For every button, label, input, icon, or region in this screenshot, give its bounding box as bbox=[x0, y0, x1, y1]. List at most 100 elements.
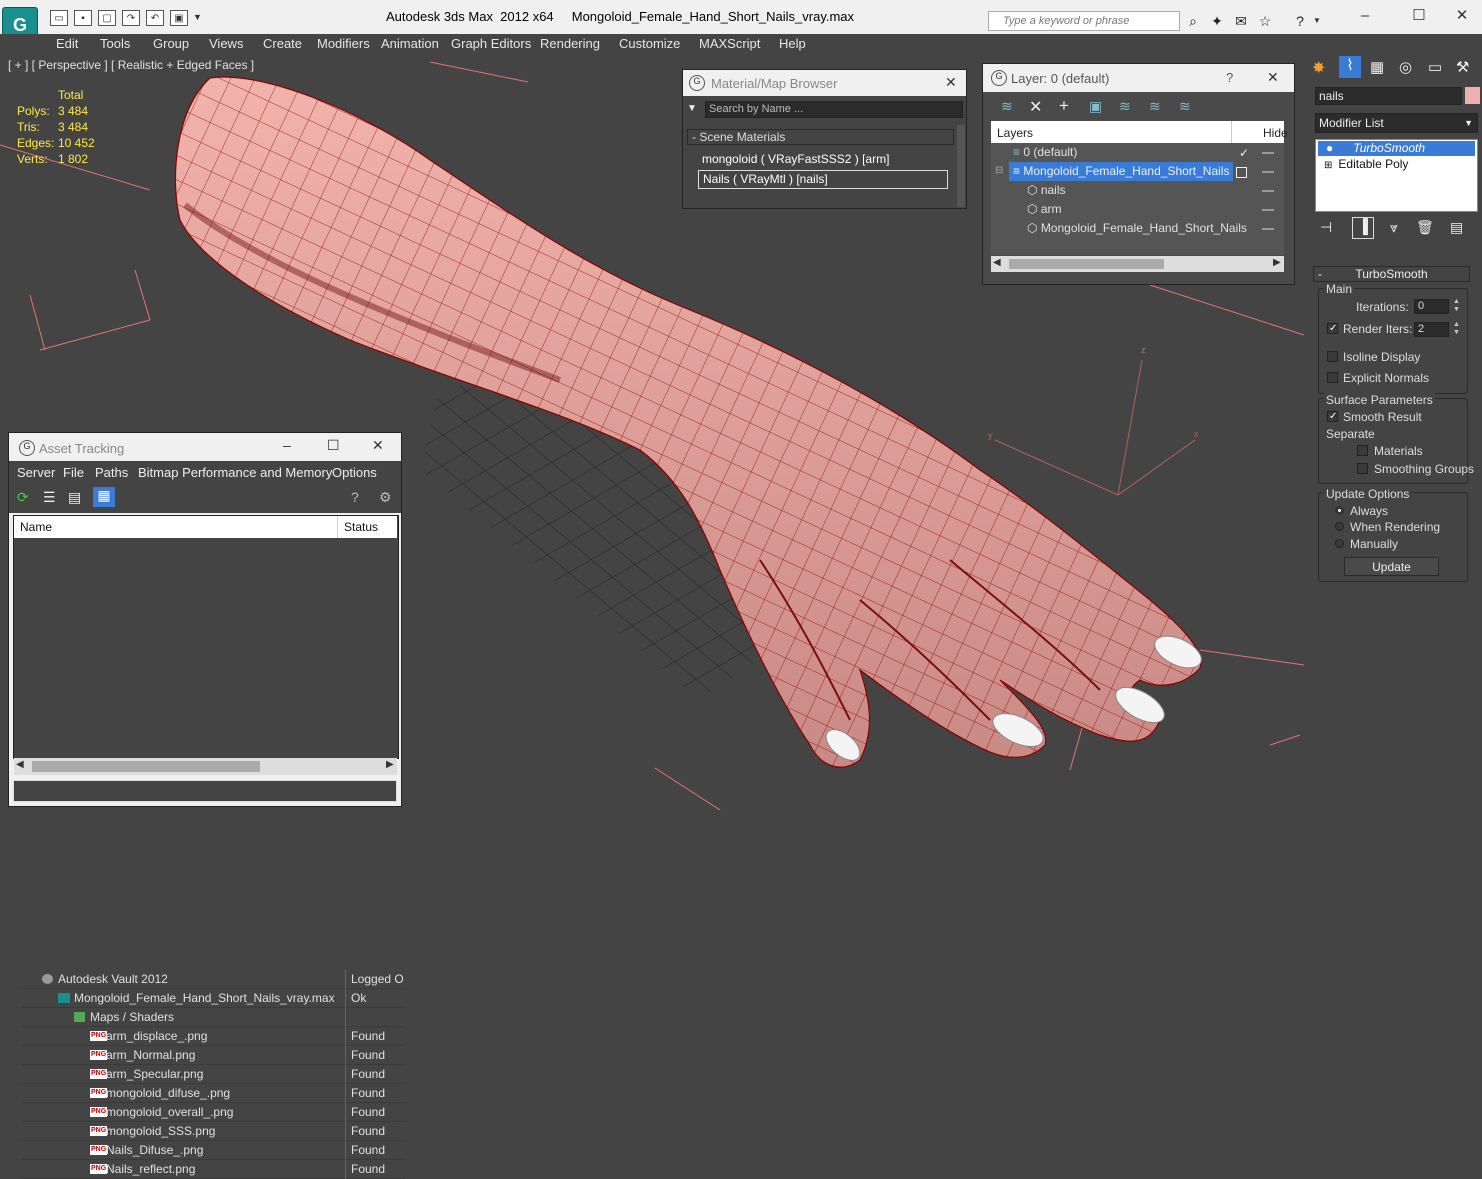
menu-help[interactable]: Help bbox=[779, 36, 806, 51]
material-item-mongoloid[interactable]: mongoloid ( VRayFastSSS2 ) [arm] bbox=[698, 150, 948, 168]
separate-materials-checkbox[interactable] bbox=[1357, 445, 1368, 456]
material-item-nails[interactable]: Nails ( VRayMtl ) [nails] bbox=[698, 170, 948, 189]
explicit-normals-checkbox[interactable] bbox=[1327, 372, 1338, 383]
modifier-list-dropdown[interactable]: Modifier List ▼ bbox=[1315, 113, 1478, 133]
asset-path-field[interactable] bbox=[13, 780, 397, 802]
show-end-result-icon[interactable]: ▐ bbox=[1352, 217, 1374, 239]
project-folder-icon[interactable]: ▣ bbox=[170, 10, 188, 26]
layer-row-hand[interactable]: ≡ Mongoloid_Female_Hand_Short_Nails bbox=[1009, 162, 1233, 181]
render-iters-spinner[interactable]: 2 bbox=[1414, 322, 1449, 337]
layer-object-nails[interactable]: ⬡ nails bbox=[1027, 181, 1227, 200]
configure-sets-icon[interactable]: ▤ bbox=[1450, 219, 1463, 236]
help-icon[interactable]: ? bbox=[1290, 11, 1310, 31]
new-file-icon[interactable]: ▢ bbox=[98, 10, 116, 26]
make-unique-icon[interactable]: ⩔ bbox=[1390, 219, 1398, 236]
table-row[interactable]: Autodesk Vault 2012 Logged O bbox=[22, 970, 405, 989]
update-always-radio[interactable] bbox=[1335, 506, 1344, 515]
save-icon[interactable]: ▪ bbox=[74, 10, 92, 26]
layer-dialog-close-icon[interactable]: ✕ bbox=[1267, 69, 1279, 86]
search-input[interactable]: Type a keyword or phrase bbox=[988, 11, 1180, 31]
smooth-result-checkbox[interactable] bbox=[1327, 411, 1338, 422]
material-browser-scrollbar[interactable] bbox=[957, 125, 965, 207]
menu-views[interactable]: Views bbox=[209, 36, 243, 51]
browser-options-arrow-icon[interactable]: ▼ bbox=[687, 103, 697, 114]
asset-minimize-icon[interactable]: – bbox=[283, 437, 291, 453]
scroll-right-icon[interactable]: ▶ bbox=[386, 759, 394, 770]
material-search-input[interactable]: Search by Name ... bbox=[705, 101, 963, 118]
redo-icon[interactable]: ↷ bbox=[122, 10, 140, 26]
menu-tools[interactable]: Tools bbox=[100, 36, 130, 51]
scroll-thumb[interactable] bbox=[32, 761, 260, 772]
table-row[interactable]: PNG mongoloid_difuse_.png Found bbox=[22, 1084, 405, 1103]
select-layer-objects-icon[interactable]: ▣ bbox=[1089, 98, 1102, 115]
table-row[interactable]: PNG Nails_Difuse_.png Found bbox=[22, 1141, 405, 1160]
menu-animation[interactable]: Animation bbox=[381, 36, 439, 51]
asset-maximize-icon[interactable]: ☐ bbox=[327, 437, 340, 454]
open-file-icon[interactable]: ▭ bbox=[50, 10, 68, 26]
table-row[interactable]: PNG Nails_reflect.png Found bbox=[22, 1160, 405, 1179]
asset-tracking-titlebar[interactable]: G Asset Tracking – ☐ ✕ bbox=[9, 433, 401, 461]
table-row[interactable]: Mongoloid_Female_Hand_Short_Nails_vray.m… bbox=[22, 989, 405, 1008]
table-row[interactable]: PNG arm_Normal.png Found bbox=[22, 1046, 405, 1065]
asset-close-icon[interactable]: ✕ bbox=[372, 437, 384, 454]
menu-customize[interactable]: Customize bbox=[619, 36, 680, 51]
scroll-right-icon[interactable]: ▶ bbox=[1273, 257, 1281, 268]
table-row[interactable]: PNG mongoloid_overall_.png Found bbox=[22, 1103, 405, 1122]
material-browser-close-icon[interactable]: ✕ bbox=[945, 74, 957, 91]
modify-tab-icon[interactable]: ⌇ bbox=[1339, 56, 1361, 78]
layer-horizontal-scrollbar[interactable]: ◀ ▶ bbox=[991, 256, 1284, 272]
refresh-icon[interactable]: ⟳ bbox=[17, 489, 29, 506]
isoline-display-checkbox[interactable] bbox=[1327, 351, 1338, 362]
motion-tab-icon[interactable]: ◎ bbox=[1399, 58, 1412, 76]
iterations-spinner[interactable]: 0 bbox=[1414, 299, 1449, 314]
asset-menu-bitmap[interactable]: Bitmap Performance and Memory bbox=[138, 465, 332, 480]
asset-menu-options[interactable]: Options bbox=[332, 465, 377, 480]
table-row[interactable]: PNG arm_displace_.png Found bbox=[22, 1027, 405, 1046]
minimize-button[interactable]: – bbox=[1351, 6, 1379, 26]
asset-status-column-header[interactable]: Status bbox=[344, 520, 378, 534]
close-button[interactable]: ✕ bbox=[1448, 6, 1476, 26]
separate-smoothing-groups-checkbox[interactable] bbox=[1357, 463, 1368, 474]
current-layer-check-icon[interactable]: ✓ bbox=[1239, 146, 1249, 160]
object-color-swatch[interactable] bbox=[1465, 87, 1480, 104]
subscription-icon[interactable]: ✦ bbox=[1207, 11, 1227, 31]
hierarchy-tab-icon[interactable]: ▦ bbox=[1370, 58, 1384, 76]
table-view-icon[interactable]: ▤ bbox=[68, 489, 81, 506]
stack-item-editable-poly[interactable]: ⊞ Editable Poly bbox=[1318, 157, 1475, 172]
vault-settings-icon[interactable]: ⚙ bbox=[379, 489, 392, 506]
layer-object-hand[interactable]: ⬡ Mongoloid_Female_Hand_Short_Nails bbox=[1027, 219, 1267, 238]
transform-gizmo[interactable] bbox=[994, 359, 1196, 496]
object-name-input[interactable]: nails bbox=[1315, 87, 1462, 105]
vault-help-icon[interactable]: ? bbox=[351, 489, 359, 505]
layers-column-header[interactable]: Layers bbox=[997, 126, 1033, 140]
maximize-button[interactable]: ☐ bbox=[1405, 6, 1433, 26]
asset-menu-server[interactable]: Server bbox=[17, 465, 55, 480]
freeze-all-layers-icon[interactable]: ≋ bbox=[1179, 98, 1191, 115]
scroll-left-icon[interactable]: ◀ bbox=[16, 759, 24, 770]
delete-layer-icon[interactable]: ✕ bbox=[1029, 97, 1042, 117]
display-tab-icon[interactable]: ▭ bbox=[1428, 58, 1442, 76]
iterations-spinner-arrows-icon[interactable]: ▲ ▼ bbox=[1453, 298, 1460, 314]
render-iters-checkbox[interactable] bbox=[1327, 323, 1338, 334]
asset-menu-file[interactable]: File bbox=[63, 465, 84, 480]
binoculars-icon[interactable]: ⌕ bbox=[1183, 11, 1203, 31]
highlight-layer-icon[interactable]: ≋ bbox=[1119, 98, 1131, 115]
viewport-label[interactable]: [ + ] [ Perspective ] [ Realistic + Edge… bbox=[8, 58, 254, 72]
menu-edit[interactable]: Edit bbox=[56, 36, 78, 51]
pin-stack-icon[interactable]: ⊣ bbox=[1320, 219, 1332, 236]
menu-modifiers[interactable]: Modifiers bbox=[317, 36, 370, 51]
menu-group[interactable]: Group bbox=[153, 36, 189, 51]
utilities-tab-icon[interactable]: ⚒ bbox=[1456, 58, 1469, 76]
layer-help-icon[interactable]: ? bbox=[1226, 70, 1233, 85]
hide-toggle-icon[interactable] bbox=[1236, 167, 1247, 178]
menu-graph-editors[interactable]: Graph Editors bbox=[451, 36, 531, 51]
bulb-icon[interactable]: ● bbox=[1326, 141, 1333, 155]
asset-name-column-header[interactable]: Name bbox=[20, 520, 52, 534]
turbosmooth-rollout-header[interactable]: - TurboSmooth bbox=[1313, 266, 1470, 282]
scene-materials-header[interactable]: - Scene Materials bbox=[687, 129, 954, 145]
help-dropdown-icon[interactable]: ▼ bbox=[1313, 16, 1321, 25]
grid-view-icon[interactable]: ▦ bbox=[93, 487, 115, 507]
asset-menu-paths[interactable]: Paths bbox=[95, 465, 128, 480]
layer-dialog-titlebar[interactable]: G Layer: 0 (default) ? ✕ bbox=[983, 64, 1294, 92]
asset-horizontal-scrollbar[interactable]: ◀ ▶ bbox=[14, 758, 397, 775]
